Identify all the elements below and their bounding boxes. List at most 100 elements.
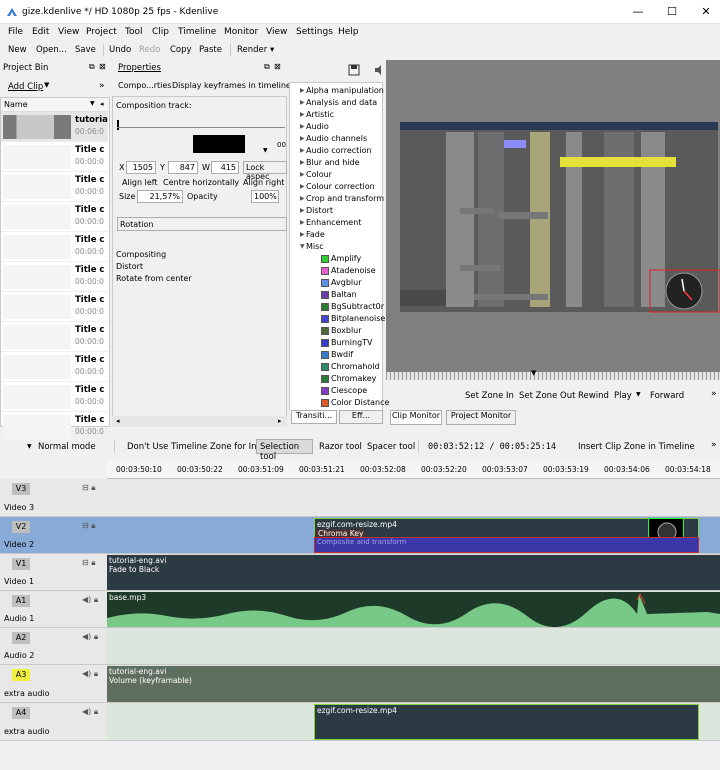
selection-tool-button[interactable]: Selection tool [256, 439, 313, 462]
bin-clip-item[interactable]: tutoria 00:06:0 [1, 112, 108, 142]
property-item[interactable]: Compositing [116, 250, 166, 259]
track-mute-lock-icon[interactable]: ◀) 🔒︎ [82, 632, 98, 642]
track-header-a3[interactable]: A3 extra audio ◀) 🔒︎ [0, 665, 107, 703]
track-mute-lock-icon[interactable]: ◀) 🔒︎ [82, 669, 98, 679]
effect-category[interactable]: ▶ Audio correction [300, 146, 371, 155]
close-button[interactable]: ✕ [696, 4, 716, 20]
track-lane-a2[interactable] [107, 628, 720, 665]
timeline-zone-toggle[interactable]: Don't Use Timeline Zone for Insert [127, 442, 273, 452]
track-tag[interactable]: V2 [12, 521, 30, 533]
track-tag[interactable]: A2 [12, 632, 30, 644]
set-zone-in-button[interactable]: Set Zone In [465, 391, 514, 401]
expand-arrow-icon[interactable]: ▶ [300, 183, 305, 190]
effect-category[interactable]: ▶ Analysis and data [300, 98, 377, 107]
add-clip-button[interactable]: Add Clip [8, 82, 43, 92]
bin-clip-item[interactable]: Title c 00:00:0 [1, 172, 108, 202]
effect-category[interactable]: ▶ Crop and transform [300, 194, 384, 203]
track-visibility-lock-icon[interactable]: ⊟ 🔒︎ [82, 558, 96, 568]
effect-category[interactable]: ▶ Audio channels [300, 134, 367, 143]
menu-timeline[interactable]: Timeline [178, 27, 216, 37]
expand-arrow-icon[interactable]: ▶ [300, 207, 305, 214]
bin-clip-item[interactable]: Title c 00:00:0 [1, 292, 108, 322]
sort-icon[interactable]: ▼ [90, 100, 95, 107]
more-icon[interactable]: » [711, 440, 717, 450]
track-tag[interactable]: V3 [12, 483, 30, 495]
timecode-display[interactable]: 00:03:52:12 / 00:05:25:14 [428, 442, 556, 452]
x-input[interactable]: 1505 [126, 161, 156, 174]
expand-arrow-icon[interactable]: ▶ [300, 147, 305, 154]
properties-hscrollbar[interactable]: ◂ ▸ [112, 416, 287, 427]
tab-effects[interactable]: Eff... [339, 410, 383, 424]
effect-category[interactable]: ▶ Fade [300, 230, 325, 239]
track-visibility-lock-icon[interactable]: ⊟ 🔒︎ [82, 483, 96, 493]
effect-category[interactable]: ▶ Colour [300, 170, 332, 179]
keyframe-cursor[interactable] [117, 120, 119, 130]
playhead-marker-icon[interactable]: ▼ [531, 369, 536, 377]
y-input[interactable]: 847 [168, 161, 198, 174]
new-button[interactable]: New [8, 45, 27, 55]
clip-a4-ezgif[interactable]: ezgif.com-resize.mp4 [314, 704, 699, 740]
play-button[interactable]: Play [614, 391, 632, 401]
align-right-button[interactable]: Align right [243, 178, 284, 187]
menu-tool[interactable]: Tool [125, 27, 142, 37]
property-item[interactable]: Rotate from center [116, 274, 192, 283]
insert-clip-zone-button[interactable]: Insert Clip Zone in Timeline [578, 442, 695, 452]
menu-clip[interactable]: Clip [152, 27, 169, 37]
track-header-v1[interactable]: V1 Video 1 ⊟ 🔒︎ [0, 554, 107, 591]
track-tag[interactable]: A4 [12, 707, 30, 719]
track-header-v3[interactable]: V3 Video 3 ⊟ 🔒︎ [0, 479, 107, 517]
expand-arrow-icon[interactable]: ▼ [300, 243, 305, 250]
track-header-a2[interactable]: A2 Audio 2 ◀) 🔒︎ [0, 628, 107, 665]
expand-arrow-icon[interactable]: ▶ [300, 171, 305, 178]
effect-category[interactable]: ▶ Colour correction [300, 182, 375, 191]
effect-category[interactable]: ▶ Distort [300, 206, 333, 215]
rewind-button[interactable]: Rewind [578, 391, 609, 401]
save-frame-icon[interactable] [348, 64, 360, 76]
render-button[interactable]: Render ▾ [237, 45, 274, 55]
menu-help[interactable]: Help [338, 27, 359, 37]
edit-mode-select[interactable]: Normal mode [38, 442, 96, 452]
dropdown-icon[interactable]: ▼ [263, 147, 268, 154]
track-tag[interactable]: A1 [12, 595, 30, 607]
track-lane-v3[interactable] [107, 479, 720, 517]
bin-clip-item[interactable]: Title c 00:00:0 [1, 202, 108, 232]
open-button[interactable]: Open... [36, 45, 67, 55]
bin-clip-item[interactable]: Title c 00:00:0 [1, 322, 108, 352]
track-header-a4[interactable]: A4 extra audio ◀) 🔒︎ [0, 703, 107, 741]
track-tag[interactable]: A3 [12, 669, 30, 681]
expand-arrow-icon[interactable]: ▶ [300, 99, 305, 106]
w-input[interactable]: 415 [211, 161, 239, 174]
expand-arrow-icon[interactable]: ▶ [300, 219, 305, 226]
track-mute-lock-icon[interactable]: ◀) 🔒︎ [82, 707, 98, 717]
composition-block[interactable]: Composite and transform [314, 537, 699, 553]
dock-close-icon[interactable]: ⊠ [99, 62, 106, 71]
redo-button[interactable]: Redo [139, 45, 160, 55]
tab-project-monitor[interactable]: Project Monitor [446, 410, 516, 425]
menu-project[interactable]: Project [86, 27, 117, 37]
track-tag[interactable]: V1 [12, 558, 30, 570]
tab-clip-monitor[interactable]: Clip Monitor [390, 410, 442, 425]
more-icon[interactable]: » [99, 81, 105, 91]
bin-clip-item[interactable]: Title c 00:00:0 [1, 352, 108, 382]
expand-arrow-icon[interactable]: ▶ [300, 87, 305, 94]
monitor-ruler[interactable] [386, 372, 720, 380]
more-icon[interactable]: » [711, 389, 717, 399]
bin-clip-item[interactable]: Title c 00:00:0 [1, 142, 108, 172]
play-dropdown-icon[interactable]: ▼ [636, 391, 641, 398]
razor-tool-button[interactable]: Razor tool [319, 442, 362, 452]
opacity-input[interactable]: 100% [251, 190, 279, 203]
expand-arrow-icon[interactable]: ▶ [300, 111, 305, 118]
track-mute-lock-icon[interactable]: ◀) 🔒︎ [82, 595, 98, 605]
expand-arrow-icon[interactable]: ▶ [300, 135, 305, 142]
track-visibility-lock-icon[interactable]: ⊟ 🔒︎ [82, 521, 96, 531]
expand-arrow-icon[interactable]: ▶ [300, 123, 305, 130]
bin-clip-item[interactable]: Title c 00:00:0 [1, 382, 108, 412]
menu-file[interactable]: File [8, 27, 23, 37]
project-monitor-view[interactable] [386, 60, 720, 372]
project-bin-list[interactable]: Name ▼ ◂ tutoria 00:06:0 Title c 00:00:0 Tit… [0, 97, 110, 442]
effect-category[interactable]: ▶ Alpha manipulation [300, 86, 384, 95]
maximize-button[interactable]: ☐ [662, 4, 682, 20]
column-menu-icon[interactable]: ◂ [100, 100, 104, 108]
display-keyframes-tab[interactable]: Display keyframes in timeline [172, 81, 291, 90]
expand-arrow-icon[interactable]: ▶ [300, 231, 305, 238]
